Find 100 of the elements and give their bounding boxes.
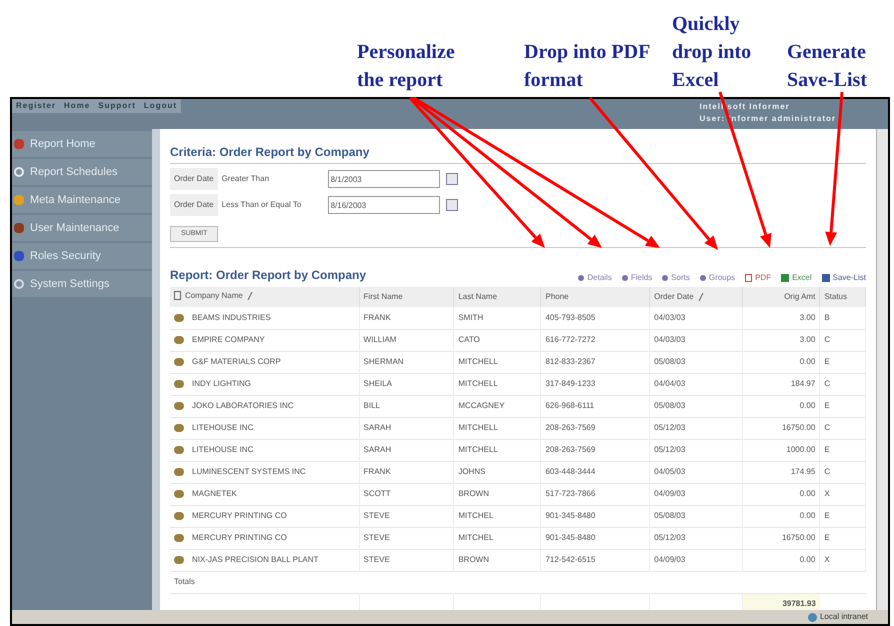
pdf-icon: [745, 274, 752, 282]
table-cell: 517-723-7866: [540, 483, 650, 505]
criteria-field: Order Date: [170, 194, 218, 216]
bullet-icon: [578, 275, 584, 281]
table-cell: FRANK: [359, 307, 454, 329]
table-cell: 812-833-2367: [540, 351, 650, 373]
table-cell: SARAH: [359, 417, 454, 439]
sidebar-item[interactable]: Meta Maintenance: [12, 187, 152, 213]
callout-label: Personalize the report: [357, 40, 456, 93]
date-field[interactable]: 8/1/2003: [328, 170, 440, 188]
table-cell: B: [820, 307, 866, 329]
table-cell: E: [820, 395, 866, 417]
nav-link[interactable]: Home: [64, 100, 90, 112]
sidebar-item[interactable]: User Maintenance: [12, 215, 152, 241]
table-cell: BILL: [359, 395, 454, 417]
column-header[interactable]: First Name: [359, 287, 454, 307]
bullet-icon: [700, 275, 706, 281]
column-header[interactable]: Phone: [540, 287, 650, 307]
column-header[interactable]: Company Name: [170, 287, 360, 307]
table-cell: X: [820, 483, 866, 505]
table-cell: 405-793-8505: [540, 307, 650, 329]
company-name: JOKO LABORATORIES INC: [192, 400, 294, 412]
table-cell: 04/04/03: [650, 373, 743, 395]
sidebar-item[interactable]: Roles Security: [12, 243, 152, 269]
bullet-icon: [662, 275, 668, 281]
report-action-link[interactable]: Sorts: [662, 272, 690, 284]
table-cell: 04/05/03: [650, 461, 743, 483]
table-cell: 184.97: [742, 373, 820, 395]
table-cell: X: [820, 549, 866, 571]
table-cell: C: [820, 373, 866, 395]
globe-icon: [808, 612, 817, 622]
sidebar-item[interactable]: System Settings: [12, 271, 152, 297]
report-action-link[interactable]: Fields: [622, 272, 652, 284]
table-cell: 0.00: [742, 483, 820, 505]
table-cell: C: [820, 329, 866, 351]
company-name: LUMINESCENT SYSTEMS INC: [192, 466, 306, 478]
table-cell: 626-968-6111: [540, 395, 650, 417]
table-cell: JOHNS: [454, 461, 541, 483]
table-cell: 05/08/03: [650, 351, 743, 373]
table-cell: STEVE: [359, 505, 454, 527]
table-cell: 05/12/03: [650, 439, 743, 461]
table-cell: 616-772-7272: [540, 329, 650, 351]
calendar-icon[interactable]: [446, 199, 458, 211]
table-cell: E: [820, 351, 866, 373]
report-action-link[interactable]: Save-List: [822, 272, 866, 284]
report-action-link[interactable]: Details: [578, 272, 612, 284]
table-cell: SHEILA: [359, 373, 454, 395]
spreadsheet-icon: [781, 274, 790, 282]
save-icon: [822, 274, 830, 282]
table-cell: STEVE: [359, 549, 454, 571]
date-field[interactable]: 8/16/2003: [328, 196, 440, 214]
report-action-link[interactable]: Excel: [781, 272, 812, 284]
table-cell: 208-263-7569: [540, 439, 650, 461]
column-header[interactable]: Status: [820, 287, 866, 307]
table-cell: BROWN: [454, 549, 541, 571]
totals-label: Totals: [170, 571, 866, 593]
company-name: NIX-JAS PRECISION BALL PLANT: [192, 554, 318, 566]
sort-icon: [246, 292, 253, 300]
company-name: LITEHOUSE INC: [192, 444, 254, 456]
nav-link[interactable]: Register: [16, 100, 56, 112]
table-cell: 901-345-8480: [540, 527, 650, 549]
table-cell: 04/09/03: [650, 549, 743, 571]
nav-link[interactable]: Logout: [144, 100, 178, 112]
table-cell: 208-263-7569: [540, 417, 650, 439]
table-cell: SARAH: [359, 439, 454, 461]
table-cell: E: [820, 505, 866, 527]
sort-icon: [698, 293, 704, 301]
table-cell: 05/08/03: [650, 505, 743, 527]
sidebar-item[interactable]: Report Schedules: [12, 159, 152, 185]
criteria-operator: Less Than or Equal To: [220, 199, 302, 211]
table-cell: 04/03/03: [650, 307, 743, 329]
column-header[interactable]: Orig Amt: [742, 287, 820, 307]
table-cell: MCCAGNEY: [454, 395, 541, 417]
table-cell: SCOTT: [359, 483, 454, 505]
bullet-icon: [622, 275, 628, 281]
report-title: Report: Order Report by Company: [170, 267, 366, 284]
table-cell: 317-849-1233: [540, 373, 650, 395]
table-cell: MITCHELL: [454, 439, 541, 461]
criteria-title: Criteria: Order Report by Company: [170, 143, 866, 164]
zone-label: Local intranet: [820, 611, 868, 623]
table-cell: 0.00: [742, 395, 820, 417]
table-cell: E: [820, 439, 866, 461]
table-cell: E: [820, 527, 866, 549]
company-name: MERCURY PRINTING CO: [192, 510, 287, 522]
sidebar-item[interactable]: Report Home: [12, 131, 152, 157]
table-cell: 1000.00: [742, 439, 820, 461]
table-cell: BROWN: [454, 483, 541, 505]
nav-link[interactable]: Support: [98, 100, 136, 112]
table-cell: MITCHELL: [454, 351, 541, 373]
company-name: MAGNETEK: [192, 488, 237, 500]
report-action-link[interactable]: PDF: [745, 272, 772, 284]
table-cell: 05/12/03: [650, 527, 743, 549]
column-header[interactable]: Order Date: [650, 287, 743, 307]
report-action-link[interactable]: Groups: [700, 272, 736, 284]
table-cell: C: [820, 461, 866, 483]
column-header[interactable]: Last Name: [454, 287, 541, 307]
table-cell: 3.00: [742, 329, 820, 351]
calendar-icon[interactable]: [446, 173, 458, 185]
table-cell: 05/08/03: [650, 395, 743, 417]
table-cell: MITCHELL: [454, 373, 541, 395]
